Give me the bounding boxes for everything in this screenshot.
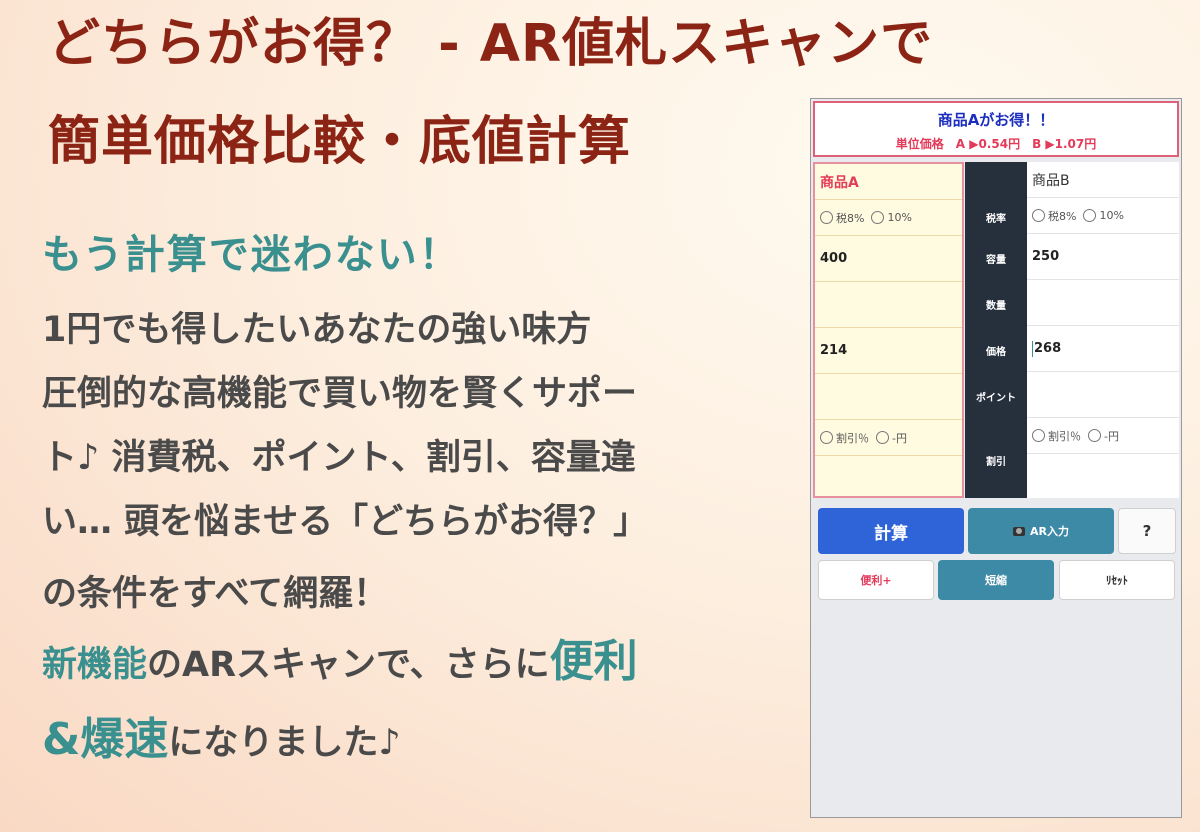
tax8-label: 税8% bbox=[836, 211, 865, 225]
camera-icon bbox=[1013, 526, 1025, 536]
product-b-point-input[interactable] bbox=[1027, 372, 1179, 418]
product-a-quantity-input[interactable] bbox=[815, 282, 962, 328]
app-screen: 商品Aがお得！！ 単位価格 A ▶0.54円 B ▶1.07円 商品A 税8% … bbox=[810, 98, 1182, 818]
shorten-button[interactable]: 短縮 bbox=[938, 560, 1054, 600]
help-button[interactable]: ? bbox=[1118, 508, 1176, 554]
promo-line-5: の条件をすべて網羅！ bbox=[42, 574, 389, 614]
promo-feature-line1: 新機能のARスキャンで、さらに便利 bbox=[42, 640, 638, 687]
unit-price-summary: 単位価格 A ▶0.54円 B ▶1.07円 bbox=[895, 137, 1097, 151]
discount-yen-radio[interactable] bbox=[1088, 429, 1101, 442]
product-b-column: 商品B 税8% 10% 250 268 割引％ -円 bbox=[1027, 162, 1179, 498]
discount-row-label: 割引 bbox=[986, 457, 1006, 468]
discount-yen-radio[interactable] bbox=[876, 431, 889, 444]
new-feature-label: 新機能 bbox=[42, 645, 148, 685]
product-a-discount-input[interactable] bbox=[815, 456, 962, 496]
product-a-capacity-input[interactable]: 400 bbox=[815, 236, 962, 282]
calculate-button[interactable]: 計算 bbox=[818, 508, 964, 554]
promo-subtitle: もう計算で迷わない！ bbox=[42, 232, 461, 278]
feature-tail-text: になりました♪ bbox=[168, 723, 401, 763]
ar-input-button[interactable]: AR入力 bbox=[968, 508, 1114, 554]
comparison-form: 商品A 税8% 10% 400 214 割引％ -円 税率 容量 数量 価格 ポ… bbox=[813, 162, 1179, 498]
fast-label: 爆速 bbox=[80, 714, 169, 765]
result-title: 商品Aがお得！！ bbox=[937, 111, 1055, 129]
discount-percent-label: 割引％ bbox=[1048, 429, 1081, 443]
tax10-label: 10% bbox=[1099, 209, 1124, 222]
promo-feature-line2: &爆速になりました♪ bbox=[42, 718, 401, 765]
promo-line-1: 1円でも得したいあなたの強い味方 bbox=[42, 310, 592, 350]
convenience-button[interactable]: 便利+ bbox=[818, 560, 934, 600]
discount-percent-label: 割引％ bbox=[836, 431, 869, 445]
product-b-quantity-input[interactable] bbox=[1027, 280, 1179, 326]
price-row-label: 価格 bbox=[986, 347, 1006, 358]
amp-label: & bbox=[42, 714, 81, 765]
tax8-label: 税8% bbox=[1048, 209, 1077, 223]
ar-input-label: AR入力 bbox=[1030, 525, 1069, 538]
capacity-row-label: 容量 bbox=[986, 255, 1006, 266]
product-b-name: 商品B bbox=[1027, 162, 1179, 198]
convenient-label: 便利 bbox=[549, 636, 638, 687]
product-a-point-input[interactable] bbox=[815, 374, 962, 420]
tax10-radio[interactable] bbox=[871, 211, 885, 224]
product-b-discount-options: 割引％ -円 bbox=[1027, 418, 1179, 454]
promo-title-line1: どちらがお得？ - AR値札スキャンで bbox=[48, 14, 934, 74]
product-b-capacity-input[interactable]: 250 bbox=[1027, 234, 1179, 280]
product-b-discount-input[interactable] bbox=[1027, 454, 1179, 494]
discount-percent-radio[interactable] bbox=[1032, 429, 1045, 442]
quantity-row-label: 数量 bbox=[986, 301, 1006, 312]
product-a-discount-options: 割引％ -円 bbox=[815, 420, 962, 456]
product-b-tax-options: 税8% 10% bbox=[1027, 198, 1179, 234]
product-a-price-input[interactable]: 214 bbox=[815, 328, 962, 374]
tax8-radio[interactable] bbox=[820, 211, 833, 224]
result-banner: 商品Aがお得！！ 単位価格 A ▶0.54円 B ▶1.07円 bbox=[813, 101, 1179, 157]
promo-line-4: い… 頭を悩ませる「どちらがお得？」 bbox=[42, 502, 649, 542]
product-a-column: 商品A 税8% 10% 400 214 割引％ -円 bbox=[813, 162, 964, 498]
discount-percent-radio[interactable] bbox=[820, 431, 833, 444]
reset-button[interactable]: ﾘｾｯﾄ bbox=[1059, 560, 1175, 600]
promo-line-3: ト♪ 消費税、ポイント、割引、容量違 bbox=[42, 438, 636, 478]
tax10-radio[interactable] bbox=[1083, 209, 1097, 222]
tax8-radio[interactable] bbox=[1032, 209, 1045, 222]
promo-line-2: 圧倒的な高機能で買い物を賢くサポー bbox=[42, 374, 638, 414]
row-label-column: 税率 容量 数量 価格 ポイント 割引 bbox=[965, 162, 1027, 498]
tax-row-label: 税率 bbox=[986, 214, 1006, 225]
feature-mid-text: のARスキャンで、さらに bbox=[147, 645, 550, 685]
text-cursor bbox=[1032, 340, 1033, 357]
discount-yen-label: -円 bbox=[892, 431, 907, 445]
discount-yen-label: -円 bbox=[1104, 429, 1119, 443]
product-a-tax-options: 税8% 10% bbox=[815, 200, 962, 236]
product-b-price-field[interactable]: 268 bbox=[1027, 326, 1179, 372]
product-b-price-input[interactable]: 268 bbox=[1034, 341, 1061, 356]
promo-title-line2: 簡単価格比較・底値計算 bbox=[48, 112, 632, 172]
product-a-name: 商品A bbox=[815, 164, 962, 200]
tax10-label: 10% bbox=[887, 211, 912, 224]
point-row-label: ポイント bbox=[976, 393, 1016, 404]
